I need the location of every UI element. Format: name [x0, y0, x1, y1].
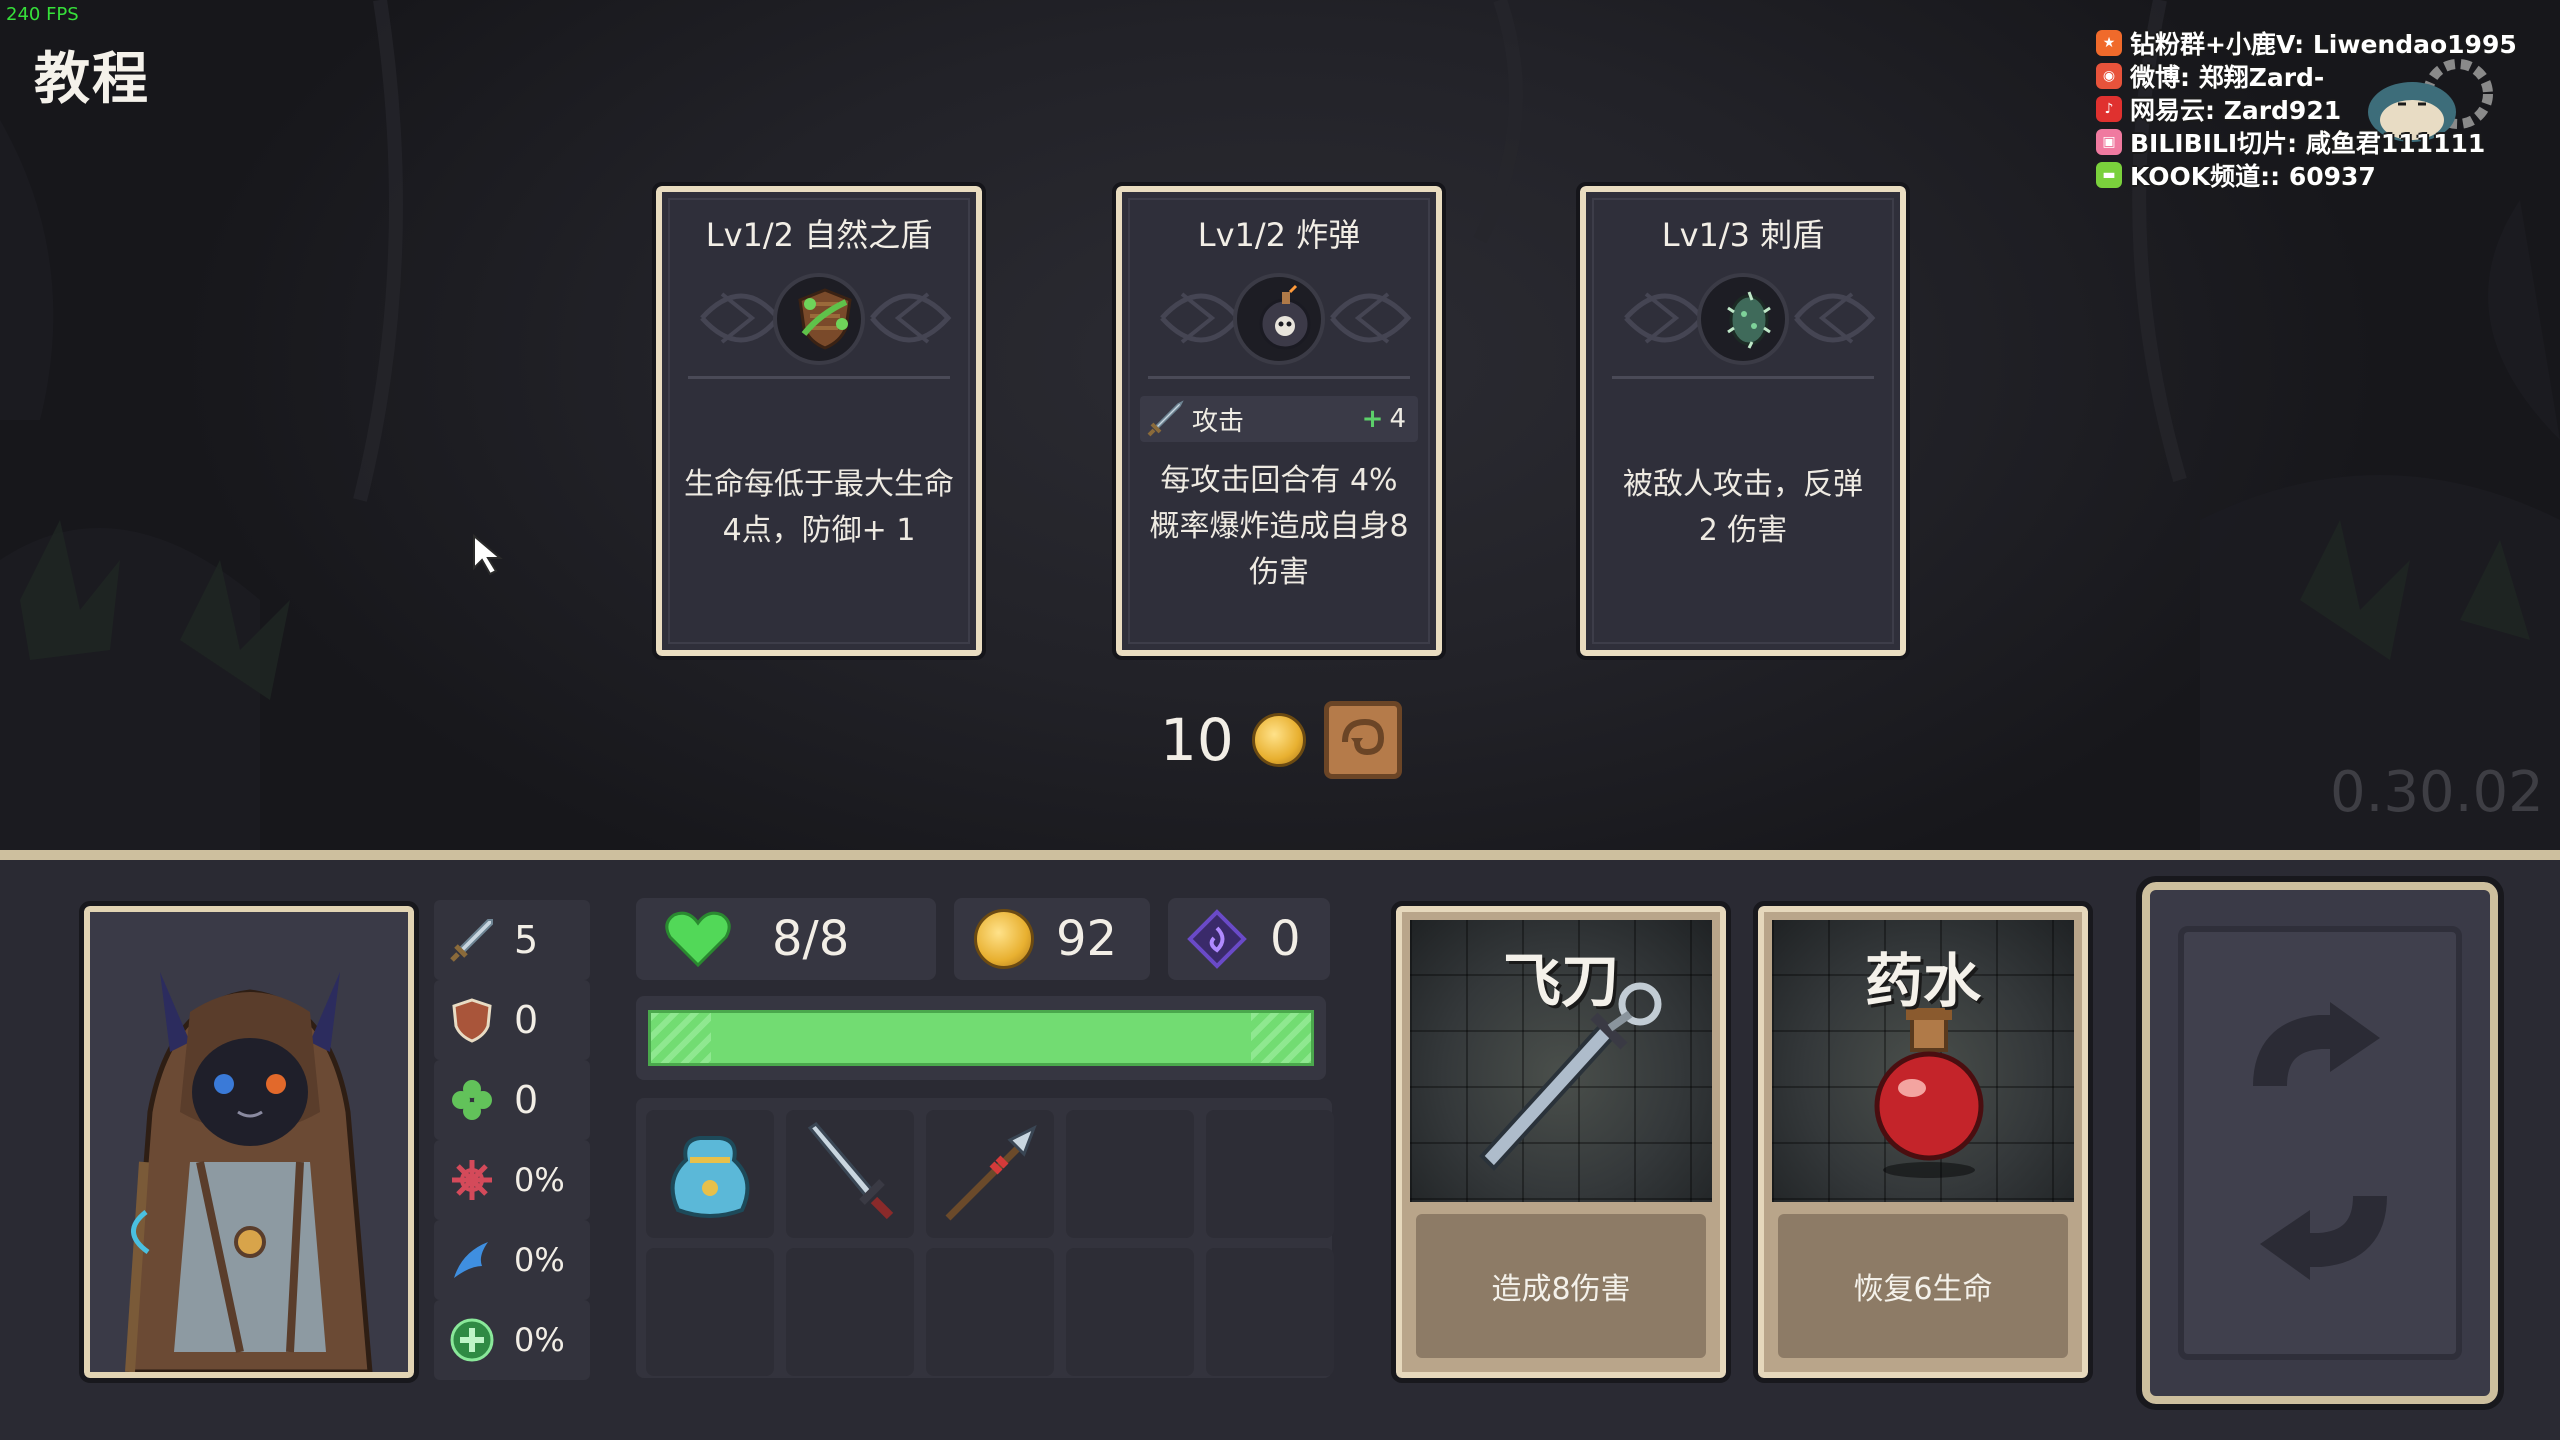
- attack-bonus-chip: 攻击 +4: [1140, 396, 1418, 442]
- card-emblem: [1606, 254, 1880, 384]
- bomb-icon: [1259, 284, 1311, 350]
- reroll-button[interactable]: [1323, 701, 1402, 779]
- heart-icon: [665, 911, 731, 968]
- sword-icon: [1147, 400, 1184, 437]
- deck-pile[interactable]: [2136, 876, 2504, 1410]
- stat-dodge: 0%: [434, 1220, 590, 1300]
- nature-shield-icon: [798, 288, 852, 350]
- action-card-title: 药水: [1864, 947, 1981, 1015]
- reroll-icon: [1341, 718, 1384, 756]
- action-card-potion[interactable]: 药水 恢复6生命: [1753, 901, 2093, 1383]
- reroll-cost: 10: [1160, 706, 1234, 774]
- streamer-line: ◉ 微博: 郑翔Zard-: [2096, 59, 2556, 92]
- streamer-overlay: ★ 钻粉群+小鹿V: Liwendao1995 ◉ 微博: 郑翔Zard- ♪ …: [2096, 26, 2556, 191]
- inventory-slot[interactable]: [786, 1110, 914, 1238]
- gem-value: 0: [1270, 911, 1301, 967]
- hp-bar-fill: [648, 1010, 1314, 1066]
- action-card-flying-knife[interactable]: 飞刀 造成8伤害: [1391, 901, 1731, 1383]
- coin-icon: [974, 909, 1034, 969]
- upgrade-card-description: 每攻击回合有 4% 概率爆炸造成自身8 伤害: [1149, 463, 1409, 590]
- stat-column: 5 0 0 0% 0% 0%: [434, 900, 590, 1380]
- stat-heal: 0%: [434, 1300, 590, 1380]
- upgrade-card-title: Lv1/2 自然之盾: [705, 216, 933, 254]
- sword-icon: [450, 919, 493, 962]
- gold-display: 92: [954, 898, 1150, 980]
- battle-scene: 240 FPS 教程 0.30.02 ★ 钻粉群+小鹿V: Liwendao19…: [0, 0, 2560, 850]
- crit-icon: [452, 1160, 492, 1200]
- screen-title: 教程: [34, 47, 150, 112]
- hp-bar: [636, 996, 1326, 1080]
- cycle-icon: [2253, 1002, 2387, 1280]
- stat-defense: 0: [434, 980, 590, 1060]
- inventory-slot[interactable]: [926, 1110, 1054, 1238]
- card-emblem: [682, 254, 956, 384]
- spike-shield-icon: [1727, 291, 1771, 349]
- deck-card-back: [2178, 926, 2462, 1360]
- inventory-slot[interactable]: [1206, 1110, 1334, 1238]
- coin-icon: [1251, 713, 1306, 767]
- upgrade-card-title: Lv1/3 刺盾: [1661, 216, 1825, 254]
- heal-icon: [450, 1318, 494, 1362]
- dagger-icon: [807, 1122, 894, 1220]
- hp-value: 8/8: [772, 911, 850, 967]
- inventory-slot[interactable]: [1066, 1248, 1194, 1376]
- stat-luck: 0: [434, 1060, 590, 1140]
- upgrade-card-title: Lv1/2 炸弹: [1197, 216, 1361, 254]
- inventory-slot[interactable]: [1066, 1110, 1194, 1238]
- fps-counter: 240 FPS: [6, 4, 79, 25]
- gem-icon: [1187, 909, 1247, 969]
- shield-icon: [452, 998, 492, 1043]
- inventory-slot[interactable]: [786, 1248, 914, 1376]
- clover-icon: [452, 1080, 492, 1120]
- bilibili-icon: ▣: [2096, 128, 2122, 155]
- cat-mage-portrait: [90, 912, 408, 1372]
- streamer-line: ▬ KOOK频道:: 60937: [2096, 158, 2556, 191]
- streamer-line: ♪ 网易云: Zard921: [2096, 92, 2556, 125]
- streamer-line: ★ 钻粉群+小鹿V: Liwendao1995: [2096, 26, 2556, 59]
- stat-chip-label: 攻击: [1192, 406, 1245, 437]
- version-label: 0.30.02: [2330, 760, 2544, 825]
- inventory-slot[interactable]: [646, 1110, 774, 1238]
- inventory-grid: [636, 1098, 1334, 1378]
- action-card-description: 造成8伤害: [1416, 1214, 1706, 1358]
- action-card-title: 飞刀: [1502, 947, 1619, 1015]
- gem-display: 0: [1168, 898, 1330, 980]
- upgrade-card-spike-shield[interactable]: Lv1/3 刺盾 被敌人攻击，反弹 2 伤害: [1576, 182, 1910, 660]
- stat-crit: 0%: [434, 1140, 590, 1220]
- gold-value: 92: [1056, 911, 1118, 967]
- pouch-icon: [670, 1136, 750, 1218]
- weibo-icon: ◉: [2096, 62, 2122, 89]
- hp-display: 8/8: [636, 898, 936, 980]
- upgrade-card-description: 被敌人攻击，反弹 2 伤害: [1623, 467, 1863, 548]
- mouse-cursor-icon: [473, 534, 503, 576]
- hud-divider: [0, 850, 2560, 860]
- upgrade-card-nature-shield[interactable]: Lv1/2 自然之盾 生命每低于最大生命 4点，防御+ 1: [652, 182, 986, 660]
- netease-music-icon: ♪: [2096, 95, 2122, 122]
- reroll-group: 10: [1160, 700, 1402, 780]
- spear-icon: [945, 1124, 1037, 1221]
- stat-chip-value: +4: [1361, 404, 1406, 434]
- upgrade-card-bomb[interactable]: Lv1/2 炸弹 攻击 +4 每攻击回合有 4% 概率爆炸造成自身8 伤害: [1112, 182, 1446, 660]
- kook-icon: ▬: [2096, 161, 2122, 188]
- action-card-description: 恢复6生命: [1778, 1214, 2068, 1358]
- kook-fan-icon: ★: [2096, 29, 2122, 56]
- inventory-slot[interactable]: [926, 1248, 1054, 1376]
- player-portrait: [79, 901, 419, 1383]
- streamer-line: ▣ BILIBILI切片: 咸鱼君111111: [2096, 125, 2556, 158]
- stat-attack: 5: [434, 900, 590, 980]
- dodge-icon: [454, 1242, 488, 1278]
- upgrade-card-description: 生命每低于最大生命 4点，防御+ 1: [684, 467, 954, 548]
- inventory-slot[interactable]: [646, 1248, 774, 1376]
- card-emblem: [1142, 254, 1416, 384]
- inventory-slot[interactable]: [1206, 1248, 1334, 1376]
